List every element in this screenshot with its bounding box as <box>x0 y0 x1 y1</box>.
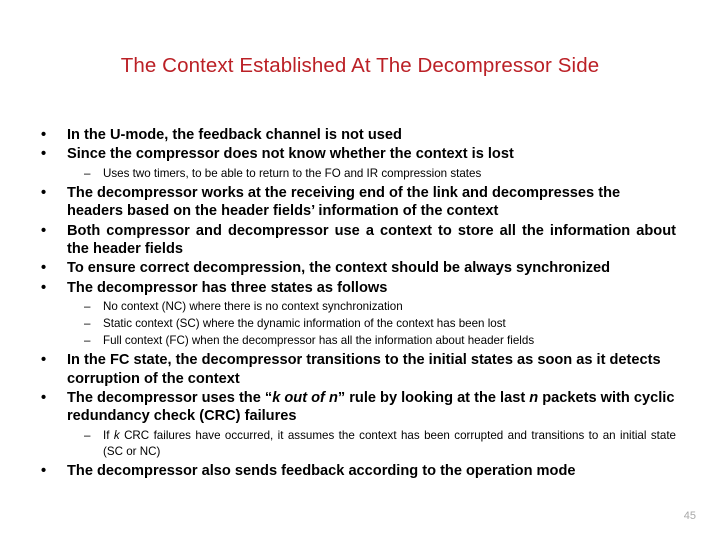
bullet-text: In the U-mode, the feedback channel is n… <box>67 127 402 143</box>
bullet-text: Both compressor and decompressor use a c… <box>67 222 676 258</box>
bullet-item: • To ensure correct decompression, the c… <box>36 259 676 277</box>
bullet-text: To ensure correct decompression, the con… <box>67 260 611 277</box>
bullet-marker-dot: • <box>41 260 47 277</box>
bullet-marker-dot: • <box>41 462 47 479</box>
sub-bullet-text: Uses two timers, to be able to return to… <box>103 166 482 180</box>
bullet-text-segment: ” rule by looking at the last <box>337 390 530 407</box>
bullet-marker-dot: • <box>41 146 47 163</box>
sub-bullet-text: No context (NC) where there is no contex… <box>103 300 403 314</box>
bullet-item: • Both compressor and decompressor use a… <box>36 222 676 259</box>
bullet-text-emphasis: k out of n <box>272 390 338 407</box>
bullet-text: The decompressor also sends feedback acc… <box>67 462 576 479</box>
page-number: 45 <box>683 510 696 522</box>
sub-bullet-text: If k CRC failures have occurred, it assu… <box>103 428 676 460</box>
bullet-item: • In the U-mode, the feedback channel is… <box>36 126 676 144</box>
bullet-marker-dot: • <box>41 127 47 143</box>
bullet-item: • In the FC state, the decompressor tran… <box>36 351 676 388</box>
bullet-marker-dot: • <box>41 390 47 407</box>
bullet-text: The decompressor works at the receiving … <box>67 184 621 220</box>
bullet-marker-dash: – <box>84 334 91 348</box>
slide: The Context Established At The Decompres… <box>0 0 720 540</box>
slide-body: • In the U-mode, the feedback channel is… <box>36 126 676 481</box>
bullet-text: The decompressor uses the “k out of n” r… <box>67 389 676 426</box>
bullet-marker-dash: – <box>84 300 91 314</box>
bullet-text: Since the compressor does not know wheth… <box>67 146 514 163</box>
bullet-item: • The decompressor has three states as f… <box>36 279 676 297</box>
sub-bullet-item: – Uses two timers, to be able to return … <box>36 166 676 182</box>
page-title: The Context Established At The Decompres… <box>120 54 600 77</box>
bullet-marker-dot: • <box>41 184 47 201</box>
sub-bullet-item: – Full context (FC) when the decompresso… <box>36 333 676 349</box>
bullet-marker-dash: – <box>84 166 91 180</box>
bullet-text: The decompressor has three states as fol… <box>67 279 388 296</box>
bullet-item: • The decompressor uses the “k out of n”… <box>36 389 676 426</box>
bullet-text: In the FC state, the decompressor transi… <box>67 352 661 387</box>
bullet-item: • Since the compressor does not know whe… <box>36 145 676 163</box>
sub-bullet-item: – Static context (SC) where the dynamic … <box>36 316 676 332</box>
sub-bullet-text-segment: CRC failures have occurred, it assumes t… <box>103 428 677 458</box>
bullet-marker-dot: • <box>41 279 47 296</box>
bullet-item: • The decompressor also sends feedback a… <box>36 462 676 480</box>
sub-bullet-text: Full context (FC) when the decompressor … <box>103 334 535 348</box>
sub-bullet-text: Static context (SC) where the dynamic in… <box>103 317 506 331</box>
sub-bullet-item: – If k CRC failures have occurred, it as… <box>36 428 676 460</box>
bullet-marker-dash: – <box>84 317 91 331</box>
bullet-item: • The decompressor works at the receivin… <box>36 184 676 221</box>
sub-bullet-text-segment: If <box>103 428 114 442</box>
bullet-text-segment: The decompressor uses the “ <box>67 390 273 407</box>
bullet-marker-dash: – <box>84 428 91 442</box>
bullet-marker-dot: • <box>41 352 47 369</box>
bullet-text-emphasis: n <box>529 390 539 407</box>
bullet-marker-dot: • <box>41 222 47 239</box>
sub-bullet-item: – No context (NC) where there is no cont… <box>36 299 676 315</box>
